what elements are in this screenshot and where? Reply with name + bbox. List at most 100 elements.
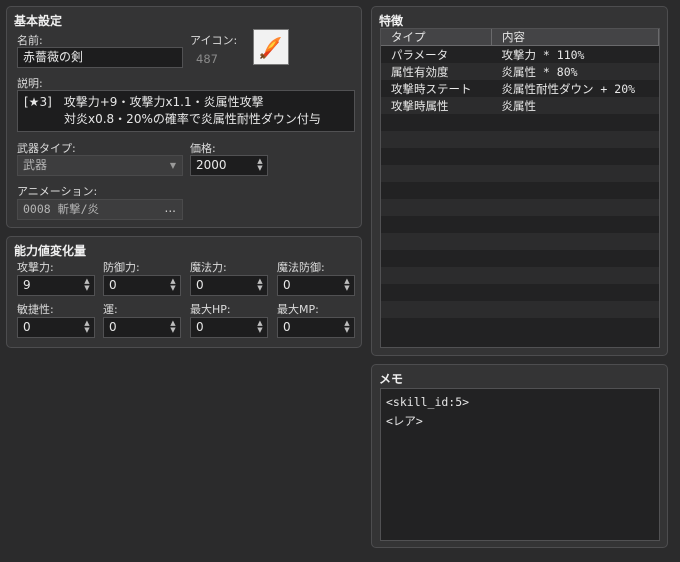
trait-type [381,233,492,250]
param-stepper-7[interactable]: 0 ▲ ▼ [277,317,355,338]
stepper-arrows-icon[interactable]: ▲ ▼ [343,320,351,335]
memo-field[interactable]: <skill_id:5> <レア> [380,388,660,541]
trait-row[interactable] [381,284,659,301]
description-label: 説明: [17,77,43,90]
description-line-2: 対炎x0.8・20%の確率で炎属性耐性ダウン付与 [64,112,321,126]
trait-row[interactable] [381,199,659,216]
trait-row[interactable] [381,216,659,233]
trait-row[interactable] [381,250,659,267]
trait-row[interactable] [381,267,659,284]
trait-content [491,318,659,335]
trait-type [381,131,492,148]
trait-row[interactable]: 攻撃時ステート 炎属性耐性ダウン + 20% [381,80,659,97]
param-stepper-2[interactable]: 0 ▲ ▼ [190,275,268,296]
trait-row[interactable] [381,301,659,318]
trait-type [381,318,492,335]
trait-type [381,250,492,267]
stepper-arrows-icon[interactable]: ▲ ▼ [169,320,177,335]
trait-row[interactable] [381,114,659,131]
animation-more-button[interactable]: ... [165,199,176,218]
chevron-down-icon: ▼ [169,161,176,170]
description-line-1: [★3] 攻撃力+9・攻撃力x1.1・炎属性攻撃 [24,95,264,109]
trait-content [491,199,659,216]
icon-index: 487 [196,52,218,66]
stepper-arrows-icon[interactable]: ▲ ▼ [256,320,264,335]
trait-content [491,131,659,148]
trait-content [491,267,659,284]
trait-row[interactable] [381,318,659,335]
param-changes-title: 能力値変化量 [14,244,87,258]
param-changes-panel: 能力値変化量 攻撃力: 9 ▲ ▼ 防御力: 0 ▲ ▼ 魔法力: 0 ▲ ▼ 魔法防御: 0 ▲ ▼ 敏捷性:… [6,236,362,348]
weapon-type-select[interactable]: 武器 ▼ [17,155,183,176]
icon-picker[interactable] [253,29,289,65]
trait-type: 攻撃時属性 [381,97,492,114]
trait-row[interactable] [381,182,659,199]
traits-table: タイプ 内容 パラメータ 攻撃力 * 110% 属性有効度 炎属性 * 80% 攻撃時ス… [381,29,659,335]
trait-content [491,233,659,250]
trait-type: パラメータ [381,45,492,63]
animation-select[interactable]: 0008 斬撃/炎 ... [17,199,183,220]
trait-content [491,114,659,131]
trait-content [491,216,659,233]
price-stepper[interactable]: 2000 ▲ ▼ [190,155,268,176]
trait-type: 属性有効度 [381,63,492,80]
trait-row[interactable]: 攻撃時属性 炎属性 [381,97,659,114]
traits-col-type[interactable]: タイプ [381,29,492,46]
memo-panel: メモ <skill_id:5> <レア> [371,364,668,548]
trait-content: 炎属性 [491,97,659,114]
trait-content [491,148,659,165]
trait-type [381,182,492,199]
memo-title: メモ [379,372,404,386]
trait-row[interactable] [381,233,659,250]
param-label-3: 魔法防御: [277,261,325,274]
param-stepper-6[interactable]: 0 ▲ ▼ [190,317,268,338]
trait-content [491,284,659,301]
flame-sword-icon [259,37,281,60]
stepper-arrows-icon[interactable]: ▲ ▼ [256,278,264,293]
param-stepper-5[interactable]: 0 ▲ ▼ [103,317,181,338]
param-label-7: 最大MP: [277,303,319,316]
trait-type [381,216,492,233]
trait-row[interactable] [381,148,659,165]
trait-type [381,284,492,301]
stepper-arrows-icon[interactable]: ▲ ▼ [83,278,91,293]
price-label: 価格: [190,142,216,155]
traits-list[interactable]: タイプ 内容 パラメータ 攻撃力 * 110% 属性有効度 炎属性 * 80% 攻撃時ス… [380,28,660,348]
traits-col-content[interactable]: 内容 [491,29,659,46]
price-value: 2000 [196,158,227,172]
param-label-0: 攻撃力: [17,261,54,274]
param-value-1: 0 [109,278,117,292]
param-label-6: 最大HP: [190,303,231,316]
stepper-arrows-icon[interactable]: ▲ ▼ [83,320,91,335]
traits-title: 特徴 [379,14,404,28]
param-value-2: 0 [196,278,204,292]
animation-value: 0008 斬撃/炎 [23,202,100,216]
memo-line-2: <レア> [386,414,423,428]
param-stepper-3[interactable]: 0 ▲ ▼ [277,275,355,296]
param-stepper-1[interactable]: 0 ▲ ▼ [103,275,181,296]
param-label-2: 魔法力: [190,261,227,274]
stepper-arrows-icon[interactable]: ▲ ▼ [343,278,351,293]
trait-row[interactable] [381,165,659,182]
stepper-arrows-icon[interactable]: ▲ ▼ [256,158,264,173]
description-field[interactable]: [★3] 攻撃力+9・攻撃力x1.1・炎属性攻撃 対炎x0.8・20%の確率で炎… [17,90,355,132]
param-value-0: 9 [23,278,31,292]
memo-line-1: <skill_id:5> [386,395,470,409]
trait-row[interactable]: 属性有効度 炎属性 * 80% [381,63,659,80]
stepper-arrows-icon[interactable]: ▲ ▼ [169,278,177,293]
trait-row[interactable] [381,131,659,148]
trait-type [381,148,492,165]
param-stepper-0[interactable]: 9 ▲ ▼ [17,275,95,296]
param-stepper-4[interactable]: 0 ▲ ▼ [17,317,95,338]
trait-content [491,301,659,318]
param-label-5: 運: [103,303,118,316]
name-label: 名前: [17,34,43,47]
param-label-1: 防御力: [103,261,140,274]
weapon-type-value: 武器 [23,158,48,172]
trait-content [491,250,659,267]
name-field[interactable]: 赤薔薇の剣 [17,47,183,68]
trait-type [381,301,492,318]
trait-row[interactable]: パラメータ 攻撃力 * 110% [381,45,659,63]
trait-content: 攻撃力 * 110% [491,45,659,63]
trait-content: 炎属性耐性ダウン + 20% [491,80,659,97]
